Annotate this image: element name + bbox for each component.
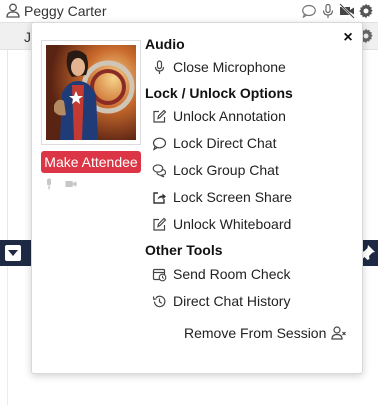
divider — [0, 50, 8, 240]
send-room-check-label: Send Room Check — [173, 266, 291, 282]
microphone-icon — [154, 59, 165, 74]
user-remove-icon — [331, 326, 347, 340]
section-other-tools-heading: Other Tools — [145, 242, 223, 258]
close-microphone-item[interactable]: Close Microphone — [152, 58, 286, 76]
section-audio-heading: Audio — [145, 36, 185, 52]
remove-from-session-button[interactable]: Remove From Session — [184, 324, 347, 342]
unlock-whiteboard-label: Unlock Whiteboard — [173, 216, 292, 232]
lock-group-chat-item[interactable]: Lock Group Chat — [152, 161, 279, 179]
media-status — [43, 178, 77, 190]
lock-screen-share-item[interactable]: Lock Screen Share — [152, 188, 292, 206]
unlock-annotation-item[interactable]: Unlock Annotation — [152, 107, 286, 125]
dropdown-icon[interactable] — [5, 245, 21, 261]
make-attendee-button[interactable]: Make Attendee — [41, 151, 141, 173]
remove-from-session-label: Remove From Session — [184, 325, 327, 341]
video-icon — [65, 181, 77, 187]
section-lock-unlock-heading: Lock / Unlock Options — [145, 85, 293, 101]
microphone-icon — [47, 178, 51, 190]
direct-chat-history-label: Direct Chat History — [173, 293, 291, 309]
chat-bubbles-icon — [152, 163, 167, 178]
unlock-annotation-label: Unlock Annotation — [173, 108, 286, 124]
close-icon[interactable]: × — [341, 30, 355, 46]
lock-direct-chat-label: Lock Direct Chat — [173, 135, 277, 151]
video-off-icon[interactable] — [339, 3, 355, 19]
lock-screen-share-label: Lock Screen Share — [173, 189, 293, 205]
participant-row[interactable]: Peggy Carter — [0, 0, 378, 22]
participant-name: Peggy Carter — [24, 3, 107, 19]
avatar-image — [46, 45, 136, 140]
microphone-icon[interactable] — [320, 3, 336, 19]
share-icon — [153, 191, 166, 204]
chat-icon[interactable] — [301, 3, 317, 19]
participant-actions — [301, 3, 374, 19]
pencil-square-icon — [153, 217, 167, 231]
close-microphone-label: Close Microphone — [173, 59, 286, 75]
person-icon — [6, 3, 20, 18]
participant-options-popup: × Make Attendee Audio Close Microphone L… — [31, 22, 363, 374]
unlock-whiteboard-item[interactable]: Unlock Whiteboard — [152, 215, 291, 233]
lock-direct-chat-item[interactable]: Lock Direct Chat — [152, 134, 276, 152]
lock-group-chat-label: Lock Group Chat — [173, 162, 279, 178]
history-icon — [152, 295, 166, 307]
gear-icon[interactable] — [358, 3, 374, 19]
pencil-square-icon — [153, 109, 167, 123]
divider — [0, 266, 8, 405]
room-check-icon — [152, 268, 167, 281]
chat-bubble-icon — [152, 137, 167, 151]
participant-name: J — [24, 29, 31, 45]
avatar — [41, 40, 141, 145]
send-room-check-item[interactable]: Send Room Check — [152, 265, 291, 283]
direct-chat-history-item[interactable]: Direct Chat History — [152, 292, 290, 310]
